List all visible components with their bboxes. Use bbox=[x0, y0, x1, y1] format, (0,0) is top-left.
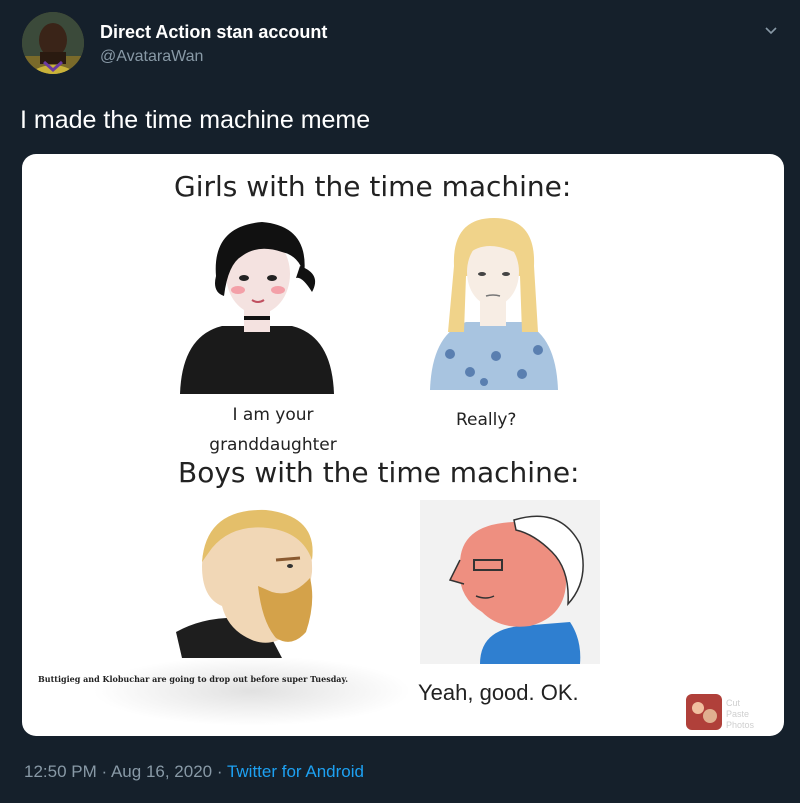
svg-text:Cut: Cut bbox=[726, 698, 741, 708]
separator: · bbox=[101, 762, 108, 781]
tweet-source-link[interactable]: Twitter for Android bbox=[227, 762, 364, 781]
svg-text:Paste: Paste bbox=[726, 709, 749, 719]
user-handle[interactable]: @AvatarаWan bbox=[100, 48, 203, 66]
separator: · bbox=[216, 762, 223, 781]
watermark-logo: Cut Paste Photos bbox=[686, 694, 755, 730]
blur-smudge bbox=[92, 656, 412, 726]
caption-granddaughter: I am your granddaughter bbox=[209, 405, 337, 455]
old-man-illustration bbox=[420, 500, 600, 664]
svg-text:Photos: Photos bbox=[726, 720, 755, 730]
chevron-down-icon[interactable] bbox=[764, 24, 778, 38]
tweet-time[interactable]: 12:50 PM bbox=[24, 762, 97, 781]
avatar[interactable] bbox=[22, 12, 84, 74]
meme-heading-boys: Boys with the time machine: bbox=[178, 456, 580, 489]
caption-yeah-good-ok: Yeah, good. OK. bbox=[418, 680, 579, 705]
bearded-man-illustration bbox=[176, 509, 313, 658]
caption-buttigieg-klobuchar: Buttigieg and Klobuchar are going to dro… bbox=[38, 674, 348, 684]
tweet-footer: 12:50 PM · Aug 16, 2020 · Twitter for An… bbox=[24, 762, 364, 782]
tweet-date[interactable]: Aug 16, 2020 bbox=[111, 762, 212, 781]
goth-girl-illustration bbox=[180, 222, 334, 394]
tweet-text: I made the time machine meme bbox=[20, 106, 371, 134]
tweet-media[interactable]: Girls with the time machine: I am your g… bbox=[22, 154, 784, 736]
avatar-image bbox=[22, 12, 84, 74]
caption-really: Really? bbox=[456, 410, 517, 430]
blonde-girl-illustration bbox=[430, 218, 558, 390]
meme-heading-girls: Girls with the time machine: bbox=[174, 170, 572, 203]
display-name[interactable]: Direct Action stan account bbox=[100, 22, 327, 43]
